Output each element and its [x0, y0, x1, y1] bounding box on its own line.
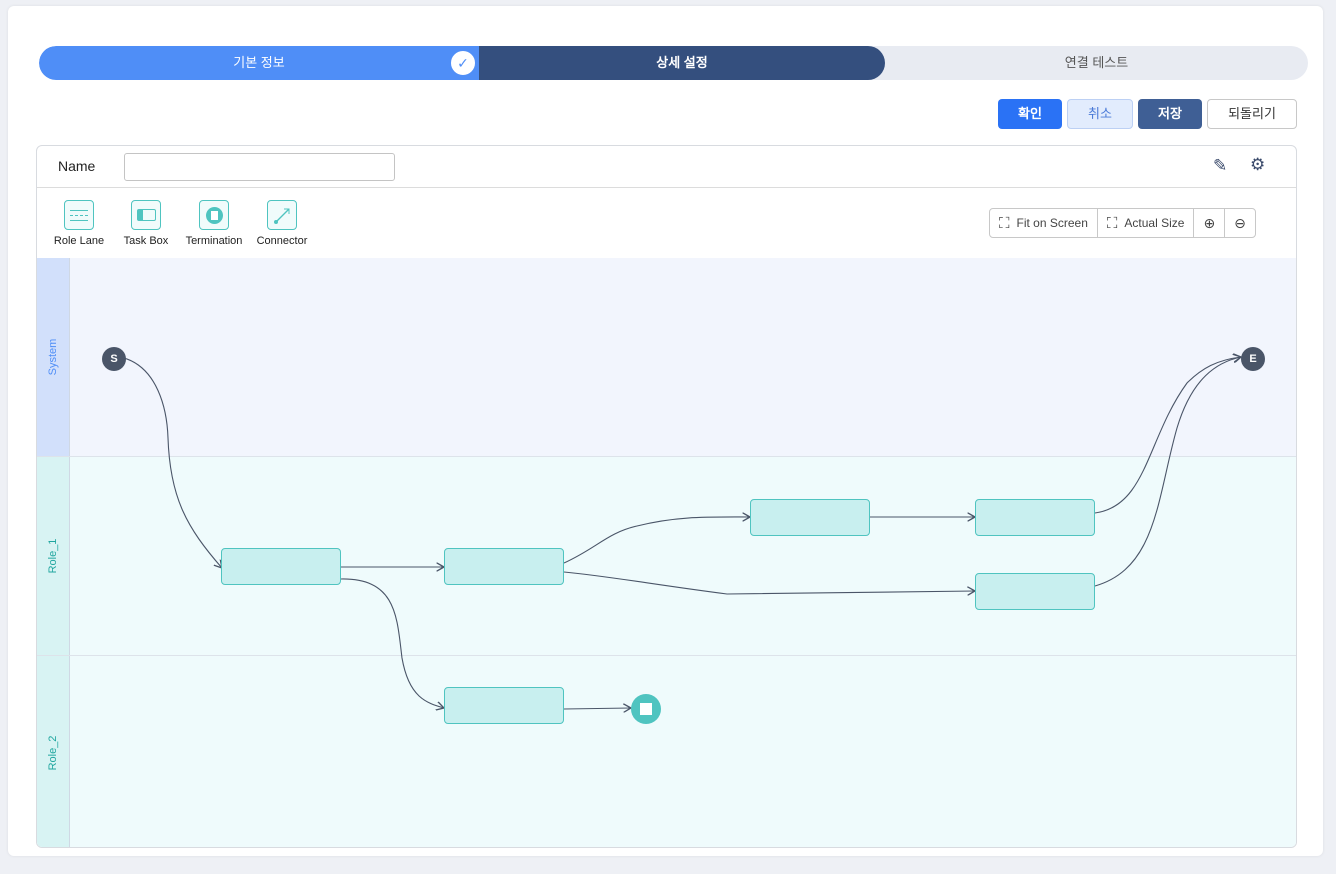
- task-box[interactable]: [975, 573, 1095, 610]
- connector-icon: [267, 200, 297, 230]
- actual-label: Actual Size: [1124, 216, 1185, 230]
- zoom-in-icon: ⊕: [1203, 214, 1216, 231]
- zoom-in-button[interactable]: ⊕: [1194, 209, 1226, 237]
- name-input[interactable]: [124, 153, 395, 181]
- diagram-canvas[interactable]: System Role_1 Role_2 S E: [37, 258, 1296, 847]
- step-connection-test[interactable]: 연결 테스트: [885, 46, 1308, 80]
- palette-label: Role Lane: [53, 235, 105, 247]
- edge: [1094, 357, 1241, 514]
- start-node[interactable]: S: [102, 347, 126, 371]
- name-bar: Name ✎ ⚙: [37, 146, 1296, 188]
- palette-role-lane[interactable]: Role Lane: [44, 200, 114, 247]
- stepper: 기본 정보 ✓ 상세 설정 연결 테스트: [39, 46, 1308, 80]
- fit-label: Fit on Screen: [1016, 216, 1088, 230]
- termination-icon: [199, 200, 229, 230]
- zoom-out-button[interactable]: ⊖: [1225, 209, 1255, 237]
- task-box[interactable]: [750, 499, 870, 536]
- cancel-button[interactable]: 취소: [1067, 99, 1133, 129]
- edge: [563, 708, 631, 709]
- actual-size-icon: ⛶: [1106, 214, 1118, 232]
- end-node[interactable]: E: [1241, 347, 1265, 371]
- toolbar: Role Lane Task Box Termination Connector…: [37, 188, 1296, 258]
- fit-on-screen-button[interactable]: ⛶ Fit on Screen: [990, 209, 1098, 237]
- edge: [123, 357, 222, 568]
- fit-screen-icon: ⛶: [999, 214, 1010, 232]
- stop-icon: [640, 703, 652, 715]
- edge: [1094, 357, 1241, 587]
- task-box[interactable]: [975, 499, 1095, 536]
- zoom-out-icon: ⊖: [1234, 214, 1246, 231]
- palette-connector[interactable]: Connector: [247, 200, 317, 247]
- role-lane-icon: [64, 200, 94, 230]
- palette-label: Task Box: [123, 235, 169, 247]
- step-detail-settings[interactable]: 상세 설정: [459, 46, 885, 80]
- workflow-editor: Name ✎ ⚙ Role Lane Task Box Termination …: [36, 145, 1297, 848]
- edge: [563, 571, 975, 594]
- edge: [340, 578, 444, 708]
- actual-size-button[interactable]: ⛶ Actual Size: [1098, 209, 1195, 237]
- zoom-controls: ⛶ Fit on Screen ⛶ Actual Size ⊕ ⊖: [989, 208, 1256, 238]
- edge: [563, 517, 750, 564]
- name-label: Name: [58, 158, 96, 174]
- task-box[interactable]: [221, 548, 341, 585]
- palette-label: Termination: [185, 235, 243, 247]
- step-basic-info[interactable]: 기본 정보: [39, 46, 479, 80]
- settings-list-icon[interactable]: ⚙: [1250, 155, 1265, 175]
- termination-node[interactable]: [631, 694, 661, 724]
- task-box[interactable]: [444, 548, 564, 585]
- palette-termination[interactable]: Termination: [179, 200, 249, 247]
- confirm-button[interactable]: 확인: [998, 99, 1062, 129]
- task-box-icon: [131, 200, 161, 230]
- revert-button[interactable]: 되돌리기: [1207, 99, 1297, 129]
- save-button[interactable]: 저장: [1138, 99, 1202, 129]
- task-box[interactable]: [444, 687, 564, 724]
- palette-task-box[interactable]: Task Box: [111, 200, 181, 247]
- pencil-icon[interactable]: ✎: [1213, 156, 1227, 176]
- check-icon: ✓: [449, 49, 477, 77]
- palette-label: Connector: [256, 235, 308, 247]
